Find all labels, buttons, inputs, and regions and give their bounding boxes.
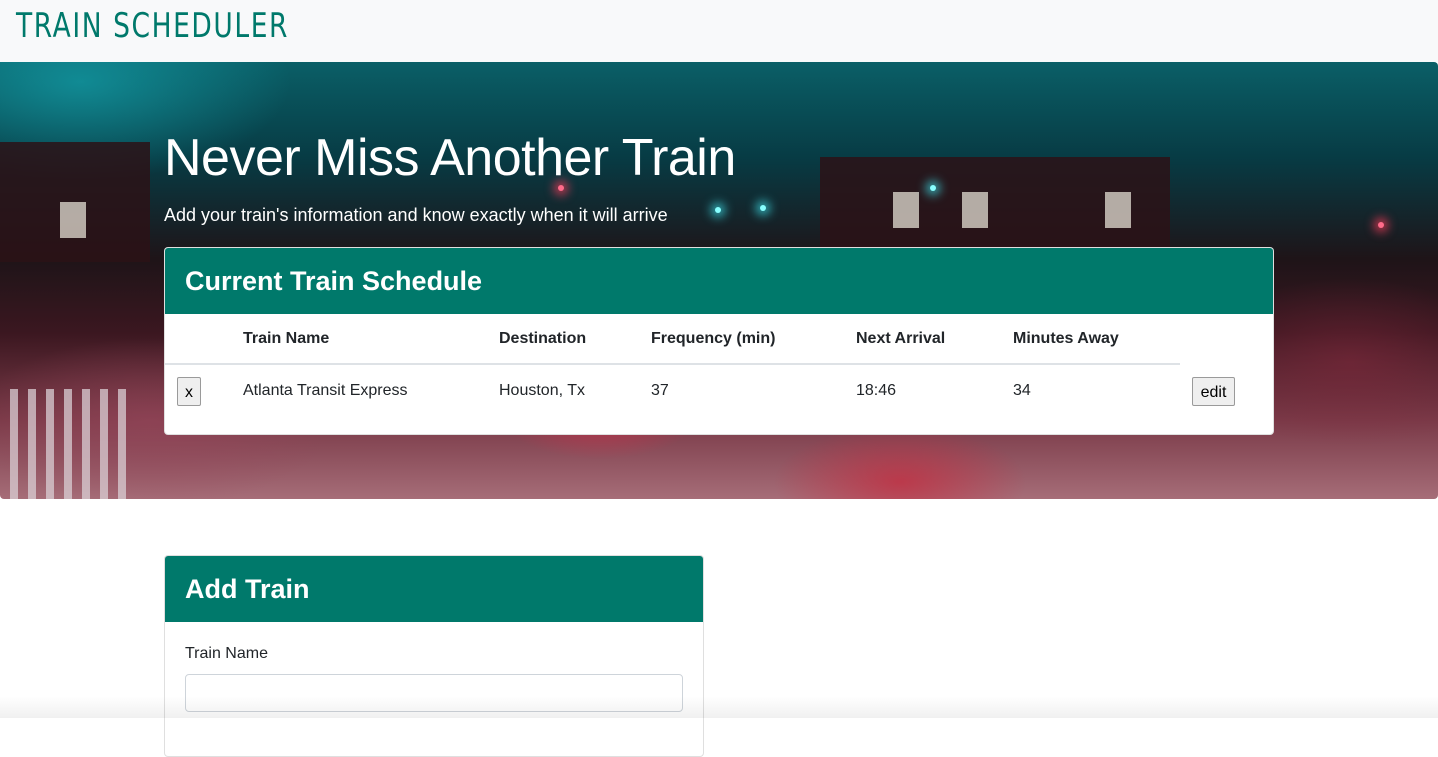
table-header-destination: Destination <box>499 314 651 365</box>
table-header-action <box>165 314 243 365</box>
fence-post <box>100 389 108 499</box>
window-shape <box>962 192 988 228</box>
add-train-card-header: Add Train <box>165 556 703 622</box>
table-header-next-arrival: Next Arrival <box>856 314 1013 365</box>
table-header-train-name: Train Name <box>243 314 499 365</box>
table-header-frequency: Frequency (min) <box>651 314 856 365</box>
street-light <box>930 185 936 191</box>
table-row: x Atlanta Transit Express Houston, Tx 37… <box>165 364 1180 417</box>
fence-post <box>64 389 72 499</box>
minutes-away-cell: 34 <box>1013 382 1031 399</box>
table-header-row: Train Name Destination Frequency (min) N… <box>165 314 1180 365</box>
window-shape <box>893 192 919 228</box>
street-light <box>760 205 766 211</box>
fence-post <box>46 389 54 499</box>
brand-logo[interactable]: TRAIN SCHEDULER <box>16 6 289 46</box>
hero-title: Never Miss Another Train <box>164 129 736 187</box>
street-light <box>1378 222 1384 228</box>
next-arrival-cell: 18:46 <box>856 382 897 399</box>
delete-train-button[interactable]: x <box>177 376 201 406</box>
train-name-label: Train Name <box>185 645 268 662</box>
bottom-fade <box>0 696 1438 718</box>
add-train-card: Add Train Train Name <box>164 555 704 757</box>
fence-post <box>10 389 18 499</box>
fence-post <box>118 389 126 499</box>
window-shape <box>1105 192 1131 228</box>
street-light <box>715 207 721 213</box>
delete-cell: x <box>165 364 243 417</box>
table-header-minutes-away: Minutes Away <box>1013 314 1180 365</box>
frequency-cell: 37 <box>651 382 669 399</box>
edit-train-button[interactable]: edit <box>1192 377 1235 406</box>
train-name-cell: Atlanta Transit Express <box>243 382 408 399</box>
fence-post <box>82 389 90 499</box>
schedule-table: Train Name Destination Frequency (min) N… <box>165 314 1180 417</box>
schedule-card-header: Current Train Schedule <box>165 248 1273 314</box>
window-shape <box>60 202 86 238</box>
schedule-card: Current Train Schedule Train Name Destin… <box>164 247 1274 435</box>
fence-post <box>28 389 36 499</box>
navbar: TRAIN SCHEDULER <box>0 0 1438 62</box>
destination-cell: Houston, Tx <box>499 382 585 399</box>
hero-subtitle: Add your train's information and know ex… <box>164 205 668 225</box>
